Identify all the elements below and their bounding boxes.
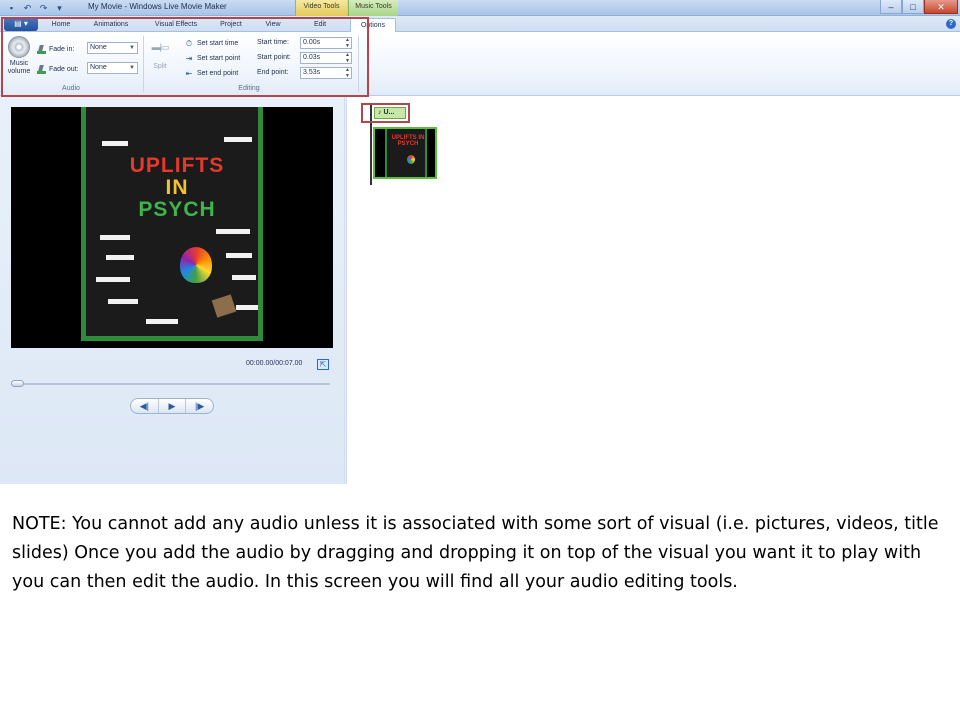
movie-maker-window: ▪ ↶ ↷ ▾ My Movie - Windows Live Movie Ma… — [0, 0, 960, 484]
previous-frame-button[interactable]: ◀| — [131, 399, 158, 413]
note-text: NOTE: You cannot add any audio unless it… — [12, 514, 939, 592]
transport-controls: ◀| ▶ |▶ — [130, 398, 214, 414]
balloon-thumbnail-image — [407, 155, 415, 164]
paper-strip — [100, 235, 130, 240]
video-tools-context-tab: Video Tools — [295, 0, 347, 16]
audio-tools-highlight-box — [1, 17, 369, 97]
headline-line-2: IN — [165, 176, 189, 199]
music-tools-context-tab: Music Tools — [348, 0, 398, 16]
clip-thumbnail-title: UPLIFTS IN PSYCH — [391, 135, 425, 147]
window-title: My Movie - Windows Live Movie Maker — [88, 2, 227, 11]
workspace: UPLIFTS IN PSYCH 00:00.00/00:07.00 ⇱ ◀| … — [0, 97, 960, 484]
seek-bar[interactable] — [11, 383, 330, 385]
fullscreen-icon[interactable]: ⇱ — [317, 359, 329, 370]
title-bar: ▪ ↶ ↷ ▾ My Movie - Windows Live Movie Ma… — [0, 0, 960, 16]
balloon-basket-image — [211, 294, 237, 318]
bulletin-board-image: UPLIFTS IN PSYCH — [81, 107, 263, 341]
redo-icon[interactable]: ↷ — [38, 3, 49, 14]
help-icon[interactable]: ? — [946, 19, 956, 29]
clip-thumbnail: UPLIFTS IN PSYCH — [385, 129, 427, 177]
quick-access-toolbar: ▪ ↶ ↷ ▾ — [6, 2, 65, 14]
paper-strip — [108, 299, 138, 304]
close-button[interactable]: ✕ — [924, 0, 958, 14]
headline-line-1: UPLIFTS — [129, 154, 225, 177]
paper-strip — [102, 141, 128, 146]
minimize-button[interactable]: – — [880, 0, 902, 14]
next-frame-button[interactable]: |▶ — [186, 399, 213, 413]
paper-strip — [96, 277, 130, 282]
maximize-button[interactable]: □ — [902, 0, 924, 14]
save-icon[interactable]: ▪ — [6, 3, 17, 14]
preview-pane: UPLIFTS IN PSYCH 00:00.00/00:07.00 ⇱ ◀| … — [0, 97, 344, 484]
paper-strip — [146, 319, 178, 324]
paper-strip — [224, 137, 252, 142]
paper-strip — [106, 255, 134, 260]
paper-strip — [236, 305, 258, 310]
paper-strip — [216, 229, 250, 234]
dropdown-icon[interactable]: ▾ — [54, 3, 65, 14]
music-clip-highlight-box — [361, 103, 410, 123]
play-button[interactable]: ▶ — [157, 399, 187, 413]
playback-timecode: 00:00.00/00:07.00 — [246, 360, 303, 367]
video-preview[interactable]: UPLIFTS IN PSYCH — [11, 107, 333, 348]
hot-air-balloon-image — [180, 247, 212, 283]
paper-strip — [232, 275, 256, 280]
seek-thumb[interactable] — [11, 380, 24, 387]
storyboard-video-clip[interactable]: UPLIFTS IN PSYCH — [373, 127, 437, 179]
undo-icon[interactable]: ↶ — [22, 3, 33, 14]
headline-line-3: PSYCH — [138, 198, 216, 221]
storyboard-pane: ♪ U... UPLIFTS IN PSYCH — [347, 97, 960, 484]
paper-strip — [226, 253, 252, 258]
